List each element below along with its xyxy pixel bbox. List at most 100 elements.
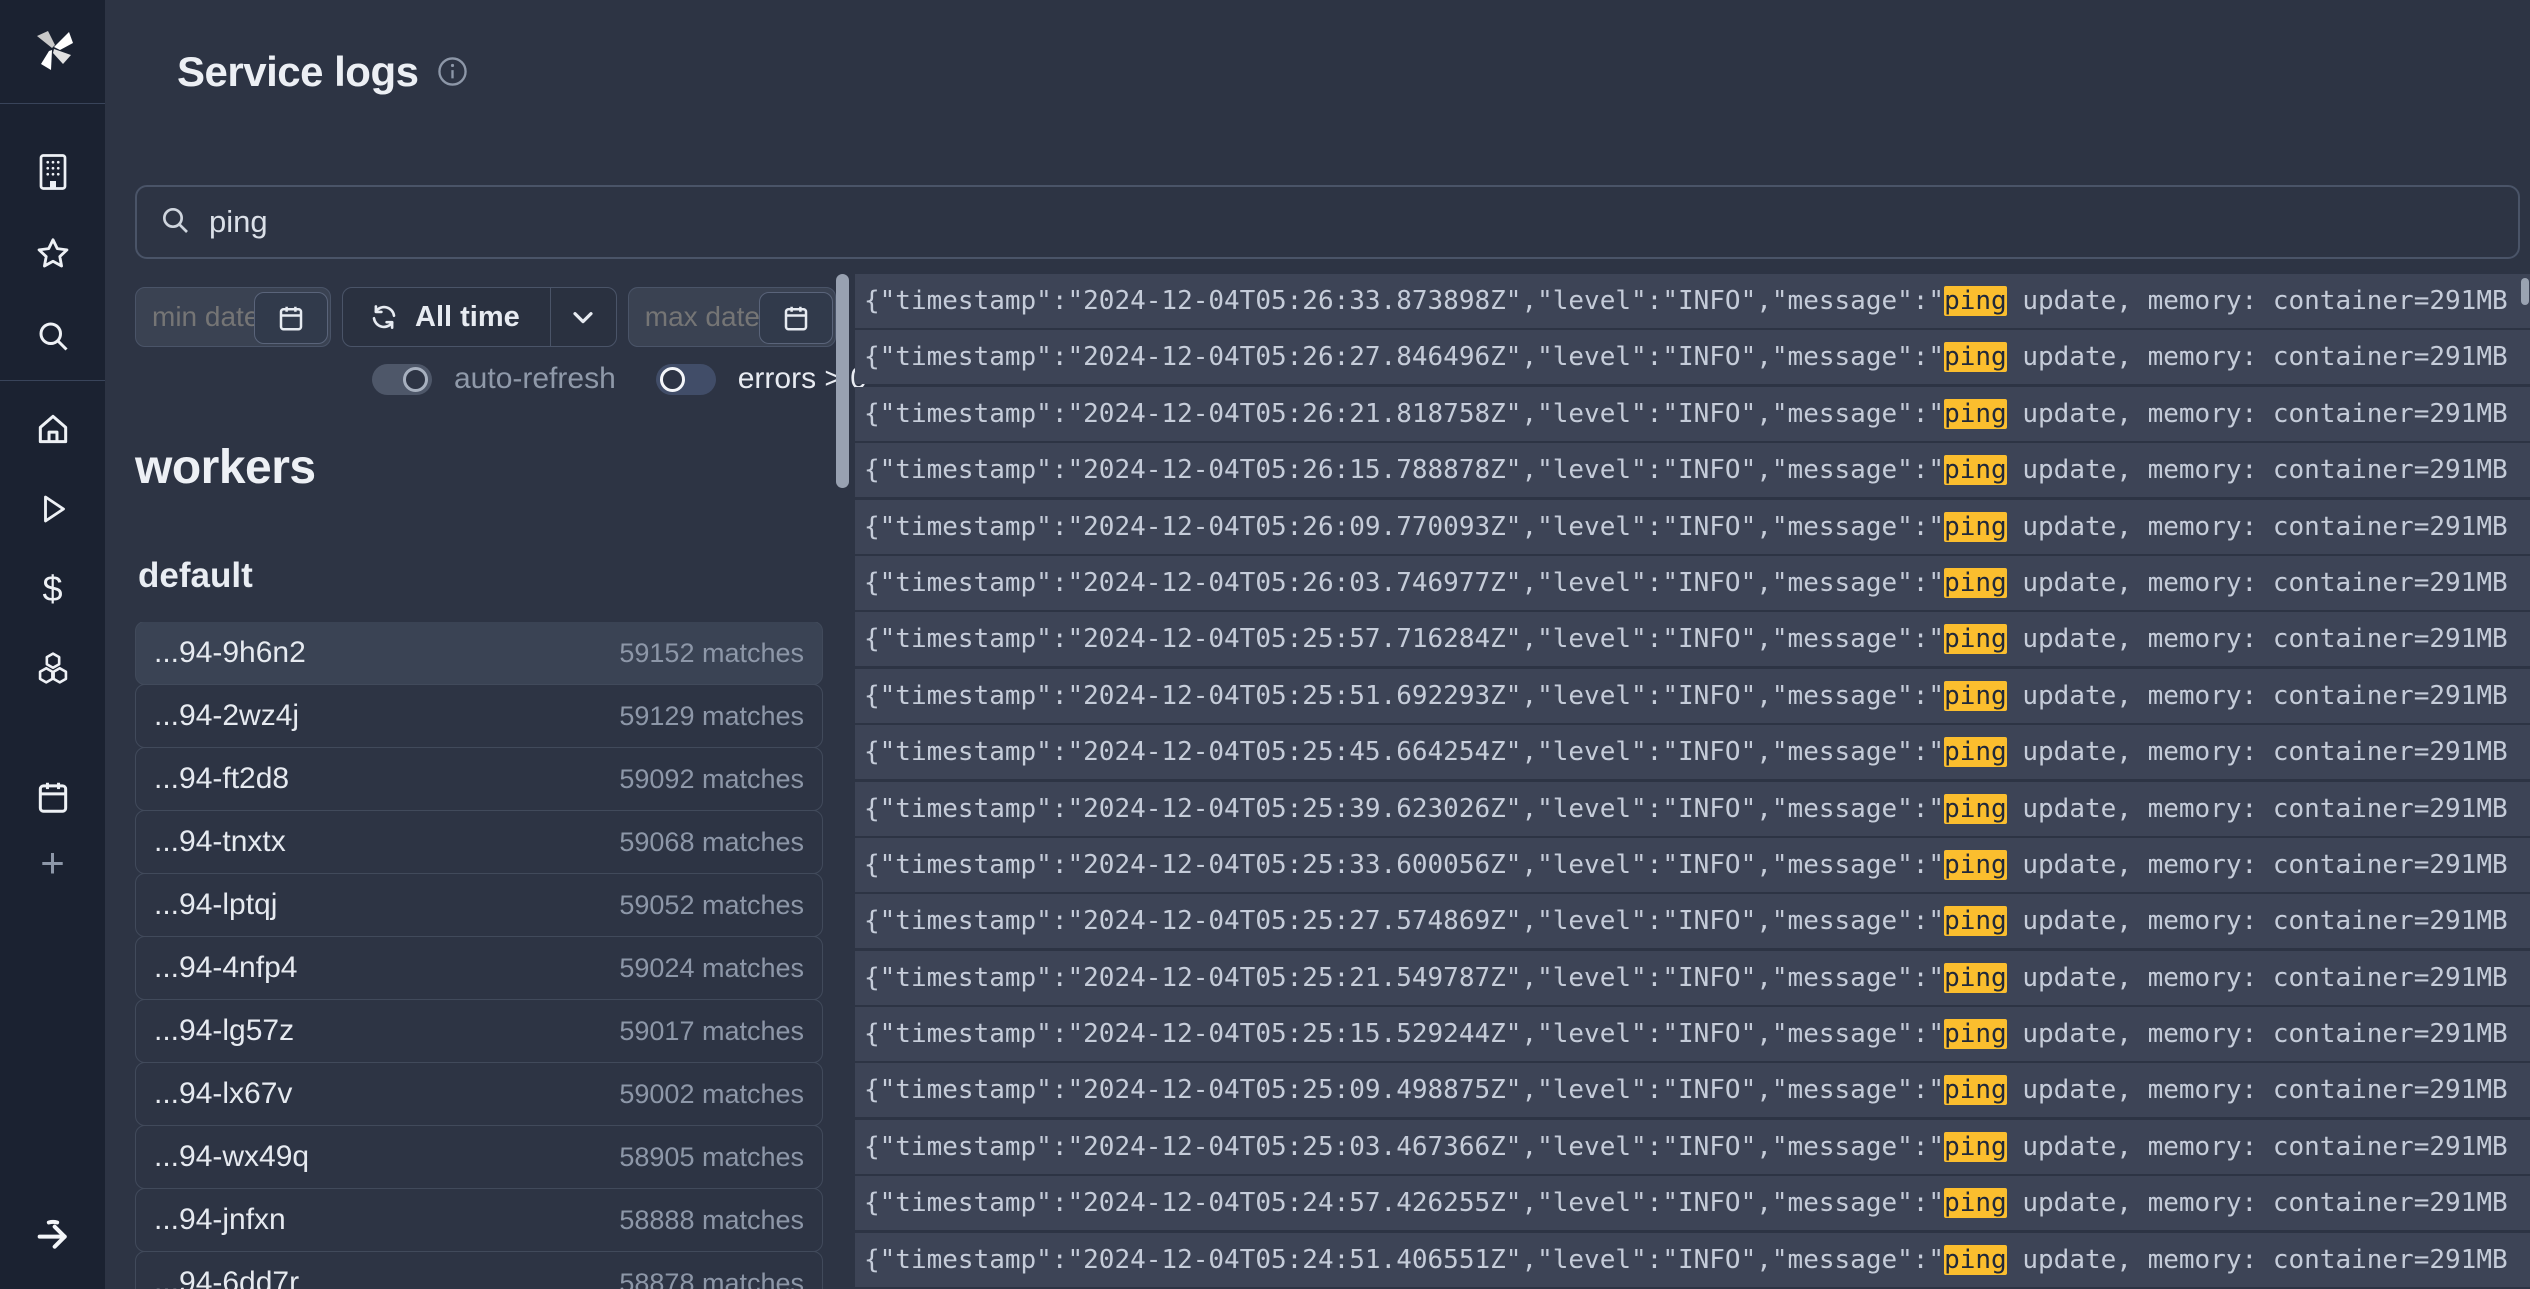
arrow-right-icon (33, 1215, 73, 1255)
max-date-field (628, 287, 836, 347)
sidebar-item-runs[interactable] (0, 479, 105, 539)
worker-row[interactable]: ...94-9h6n259152 matches (135, 622, 823, 685)
log-line[interactable]: {"timestamp":"2024-12-04T05:25:45.664254… (855, 725, 2530, 779)
log-text: update, memory: container=291MB (2007, 342, 2508, 372)
worker-row[interactable]: ...94-6dd7r58878 matches (135, 1251, 823, 1289)
filter-row: All time (135, 287, 836, 347)
worker-row[interactable]: ...94-2wz4j59129 matches (135, 684, 823, 748)
log-line[interactable]: {"timestamp":"2024-12-04T05:24:51.406551… (855, 1233, 2530, 1287)
sidebar-item-variables[interactable]: $ (0, 559, 105, 619)
log-text: {"timestamp":"2024-12-04T05:25:57.716284… (864, 624, 1944, 654)
worker-row[interactable]: ...94-jnfxn58888 matches (135, 1188, 823, 1252)
info-icon[interactable] (436, 55, 469, 93)
windmill-logo[interactable] (0, 0, 105, 104)
log-text: update, memory: container=291MB (2007, 1075, 2508, 1105)
log-text: update, memory: container=291MB (2007, 1188, 2508, 1218)
log-text: update, memory: container=291MB (2007, 568, 2508, 598)
sidebar-item-workspace[interactable] (0, 142, 105, 202)
search-match-highlight: ping (1944, 568, 2007, 598)
worker-list: ...94-9h6n259152 matches...94-2wz4j59129… (135, 622, 823, 1289)
log-line[interactable]: {"timestamp":"2024-12-04T05:25:57.716284… (855, 612, 2530, 666)
worker-row[interactable]: ...94-4nfp459024 matches (135, 936, 823, 1000)
worker-name: ...94-lg57z (154, 1014, 294, 1048)
time-range-dropdown-button[interactable] (550, 288, 616, 346)
log-text: update, memory: container=291MB (2007, 512, 2508, 542)
log-scrollbar-thumb[interactable] (836, 274, 849, 488)
log-line[interactable]: {"timestamp":"2024-12-04T05:25:15.529244… (855, 1007, 2530, 1061)
log-text: {"timestamp":"2024-12-04T05:25:03.467366… (864, 1132, 1944, 1162)
cubes-icon (33, 649, 73, 689)
log-text: update, memory: container=291MB (2007, 681, 2508, 711)
page-title: Service logs (177, 48, 418, 96)
log-line[interactable]: {"timestamp":"2024-12-04T05:25:33.600056… (855, 838, 2530, 892)
search-match-highlight: ping (1944, 455, 2007, 485)
log-line[interactable]: {"timestamp":"2024-12-04T05:26:09.770093… (855, 500, 2530, 554)
worker-match-count: 58878 matches (619, 1268, 804, 1289)
sidebar-item-home[interactable] (0, 399, 105, 459)
search-input[interactable] (209, 204, 2496, 240)
calendar-icon (34, 778, 72, 816)
min-date-calendar-button[interactable] (254, 292, 328, 344)
worker-row[interactable]: ...94-lptqj59052 matches (135, 873, 823, 937)
worker-group-heading: default (138, 556, 253, 596)
log-text: update, memory: container=291MB (2007, 1245, 2508, 1275)
worker-match-count: 59152 matches (619, 638, 804, 669)
window-scrollbar-thumb[interactable] (2521, 278, 2529, 305)
sidebar-item-schedules[interactable] (0, 767, 105, 827)
worker-row[interactable]: ...94-ft2d859092 matches (135, 747, 823, 811)
log-text: {"timestamp":"2024-12-04T05:26:21.818758… (864, 399, 1944, 429)
log-line[interactable]: {"timestamp":"2024-12-04T05:25:51.692293… (855, 669, 2530, 723)
worker-row[interactable]: ...94-wx49q58905 matches (135, 1125, 823, 1189)
log-line[interactable]: {"timestamp":"2024-12-04T05:26:15.788878… (855, 443, 2530, 497)
log-text: update, memory: container=291MB (2007, 850, 2508, 880)
worker-row[interactable]: ...94-lx67v59002 matches (135, 1062, 823, 1126)
log-text: {"timestamp":"2024-12-04T05:25:39.623026… (864, 794, 1944, 824)
search-match-highlight: ping (1944, 906, 2007, 936)
log-text: update, memory: container=291MB (2007, 794, 2508, 824)
log-text: {"timestamp":"2024-12-04T05:25:27.574869… (864, 906, 1944, 936)
log-text: {"timestamp":"2024-12-04T05:26:15.788878… (864, 455, 1944, 485)
worker-row[interactable]: ...94-tnxtx59068 matches (135, 810, 823, 874)
log-line[interactable]: {"timestamp":"2024-12-04T05:26:03.746977… (855, 556, 2530, 610)
log-list: {"timestamp":"2024-12-04T05:26:33.873898… (855, 274, 2530, 1289)
sidebar-expand-button[interactable] (0, 1205, 105, 1265)
log-line[interactable]: {"timestamp":"2024-12-04T05:26:27.846496… (855, 330, 2530, 384)
windmill-logo-icon (27, 23, 79, 80)
search-icon (159, 204, 191, 241)
log-line[interactable]: {"timestamp":"2024-12-04T05:24:57.426255… (855, 1176, 2530, 1230)
log-text: update, memory: container=291MB (2007, 963, 2508, 993)
worker-name: ...94-tnxtx (154, 825, 286, 859)
max-date-calendar-button[interactable] (759, 292, 833, 344)
log-line[interactable]: {"timestamp":"2024-12-04T05:25:09.498875… (855, 1063, 2530, 1117)
dollar-icon: $ (42, 568, 62, 610)
search-match-highlight: ping (1944, 963, 2007, 993)
sidebar-item-favorites[interactable] (0, 224, 105, 284)
sidebar-item-resources[interactable] (0, 639, 105, 699)
log-text: update, memory: container=291MB (2007, 286, 2508, 316)
errors-toggle[interactable] (656, 364, 716, 395)
calendar-icon (781, 303, 811, 333)
time-range-label: All time (415, 301, 520, 334)
log-line[interactable]: {"timestamp":"2024-12-04T05:25:03.467366… (855, 1120, 2530, 1174)
search-match-highlight: ping (1944, 399, 2007, 429)
worker-row[interactable]: ...94-lg57z59017 matches (135, 999, 823, 1063)
max-date-input[interactable] (645, 301, 765, 333)
sidebar-item-add[interactable]: + (0, 833, 105, 893)
log-line[interactable]: {"timestamp":"2024-12-04T05:25:39.623026… (855, 782, 2530, 836)
home-icon (34, 410, 72, 448)
log-text: update, memory: container=291MB (2007, 1019, 2508, 1049)
auto-refresh-toggle[interactable] (372, 364, 432, 395)
auto-refresh-label: auto-refresh (454, 362, 616, 396)
log-line[interactable]: {"timestamp":"2024-12-04T05:26:21.818758… (855, 387, 2530, 441)
search-match-highlight: ping (1944, 1019, 2007, 1049)
search-match-highlight: ping (1944, 286, 2007, 316)
worker-match-count: 59092 matches (619, 764, 804, 795)
log-line[interactable]: {"timestamp":"2024-12-04T05:25:27.574869… (855, 894, 2530, 948)
log-text: update, memory: container=291MB (2007, 399, 2508, 429)
search-match-highlight: ping (1944, 681, 2007, 711)
log-line[interactable]: {"timestamp":"2024-12-04T05:25:21.549787… (855, 951, 2530, 1005)
sidebar-item-search[interactable] (0, 306, 105, 366)
log-scrollbar[interactable] (836, 274, 849, 1289)
time-range-button[interactable]: All time (343, 288, 550, 346)
log-line[interactable]: {"timestamp":"2024-12-04T05:26:33.873898… (855, 274, 2530, 328)
